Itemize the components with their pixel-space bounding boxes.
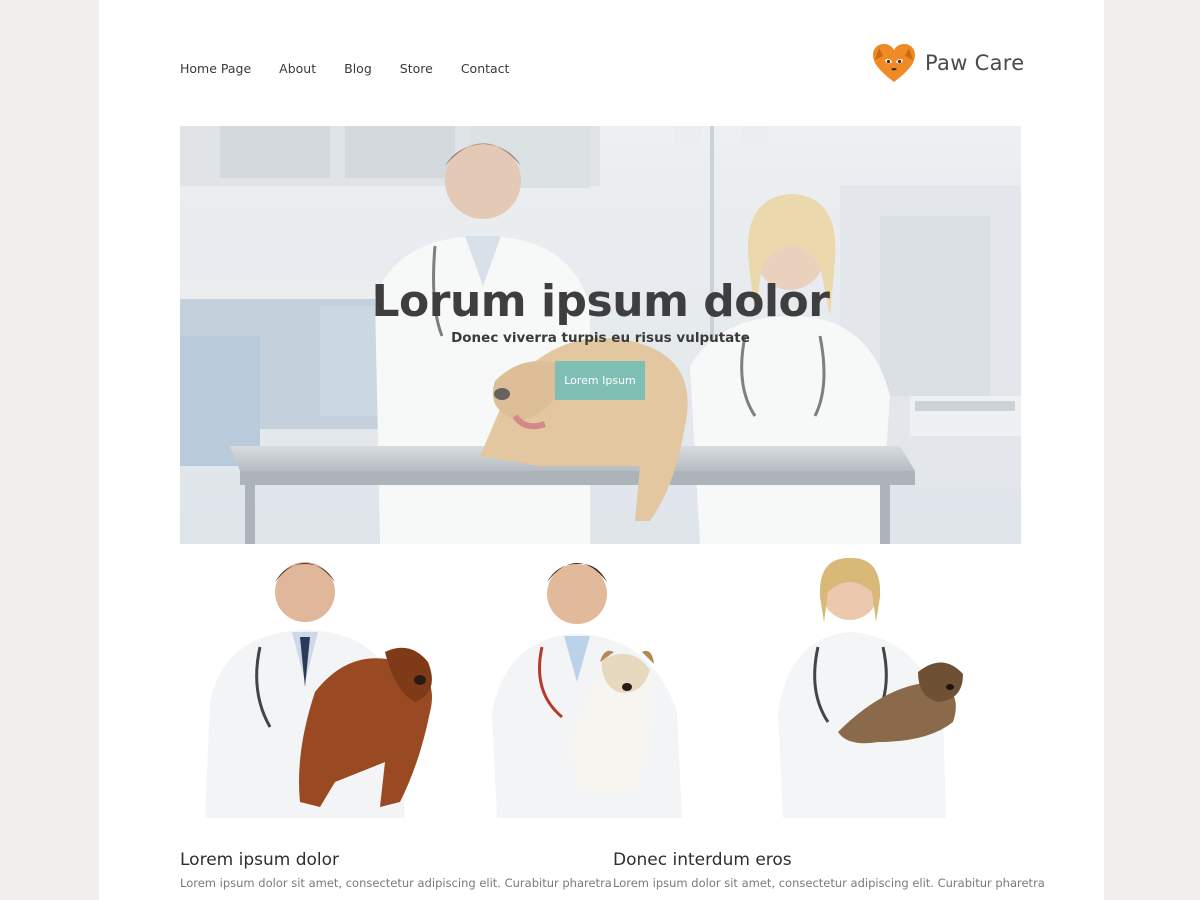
- heart-dog-icon: [873, 44, 915, 82]
- vet-with-terrier-photo: [492, 563, 682, 818]
- vet-with-brown-spaniel-photo: [205, 562, 432, 818]
- nav-blog[interactable]: Blog: [344, 60, 372, 78]
- vet-card-1[interactable]: [200, 552, 450, 818]
- nav-about[interactable]: About: [279, 60, 316, 78]
- feature-column-1: Lorem ipsum dolor Lorem ipsum dolor sit …: [180, 850, 612, 890]
- vet-card-3[interactable]: [778, 552, 973, 818]
- feature-1-title: Lorem ipsum dolor: [180, 850, 340, 870]
- hero-banner: Lorum ipsum dolor Donec viverra turpis e…: [180, 126, 1021, 544]
- feature-column-2: Donec interdum eros Lorem ipsum dolor si…: [613, 850, 1045, 890]
- feature-1-text: Lorem ipsum dolor sit amet, consectetur …: [180, 876, 612, 890]
- vet-cards: [180, 552, 1021, 818]
- hero-subtitle: Donec viverra turpis eu risus vulputate: [451, 330, 750, 346]
- hero-cta-button[interactable]: Lorem Ipsum: [555, 361, 645, 400]
- hero-title: Lorum ipsum dolor: [371, 276, 830, 327]
- site-logo[interactable]: Paw Care: [871, 42, 1024, 84]
- vet-with-yorkie-photo: [778, 557, 963, 818]
- feature-2-text: Lorem ipsum dolor sit amet, consectetur …: [613, 876, 1045, 890]
- page-container: Home Page About Blog Store Contact Paw C…: [99, 0, 1104, 900]
- logo-text: Paw Care: [925, 51, 1025, 75]
- nav-contact[interactable]: Contact: [461, 60, 510, 78]
- vet-card-2[interactable]: [492, 552, 707, 818]
- nav-store[interactable]: Store: [400, 60, 433, 78]
- nav-home[interactable]: Home Page: [180, 60, 251, 78]
- feature-2-title: Donec interdum eros: [613, 850, 792, 870]
- main-nav: Home Page About Blog Store Contact: [180, 60, 537, 78]
